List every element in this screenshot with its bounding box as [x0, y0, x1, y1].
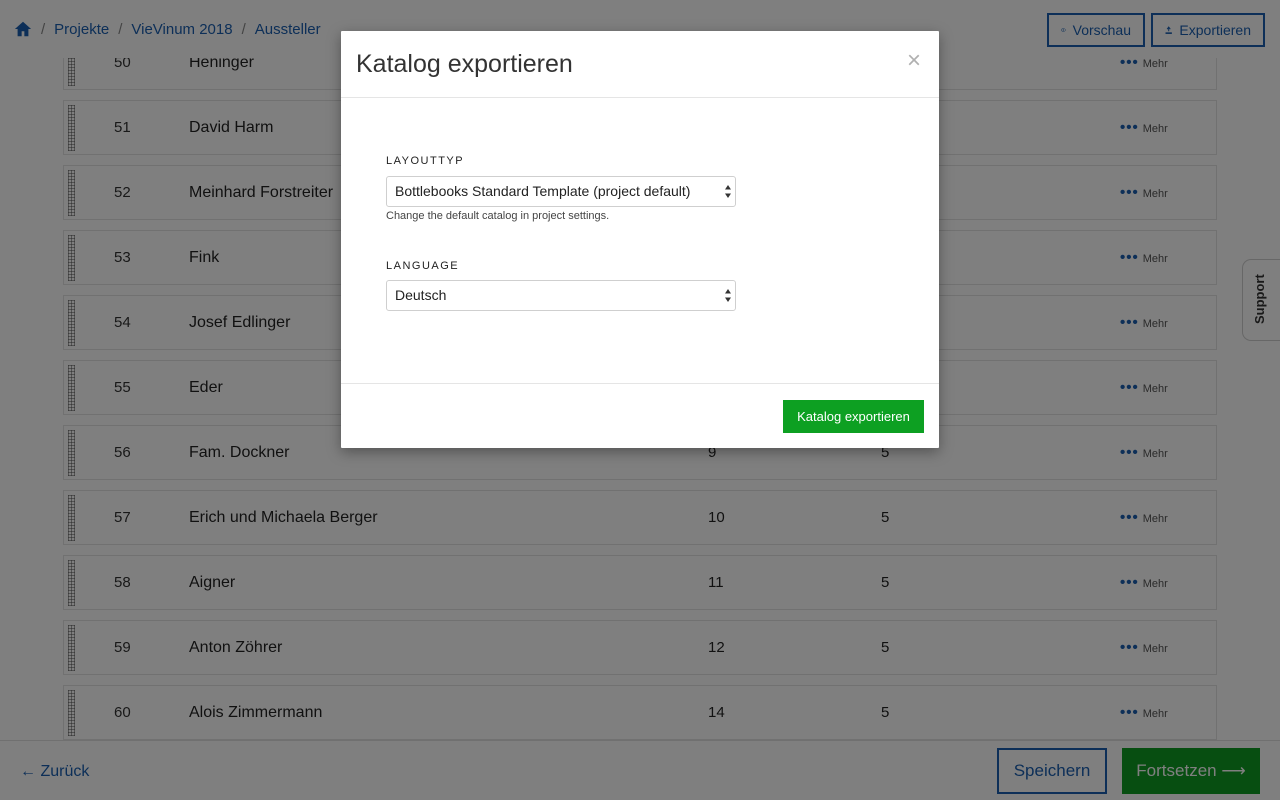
select-arrows-icon [725, 185, 731, 198]
dialog-footer: Katalog exportieren [341, 383, 939, 448]
close-icon[interactable]: × [907, 49, 921, 73]
language-value: Deutsch [395, 287, 447, 303]
layout-type-label: LAYOUTTYP [386, 155, 465, 167]
layout-type-value: Bottlebooks Standard Template (project d… [395, 183, 691, 199]
language-label: LANGUAGE [386, 260, 460, 272]
dialog-title: Katalog exportieren [356, 50, 573, 78]
dialog-body: LAYOUTTYP Bottlebooks Standard Template … [341, 98, 939, 383]
layout-type-help: Change the default catalog in project se… [386, 210, 610, 222]
export-catalog-button[interactable]: Katalog exportieren [783, 400, 924, 433]
layout-type-select[interactable]: Bottlebooks Standard Template (project d… [386, 176, 736, 207]
dialog-header: Katalog exportieren × [341, 31, 939, 98]
language-select[interactable]: Deutsch [386, 280, 736, 311]
select-arrows-icon [725, 289, 731, 302]
export-catalog-dialog: Katalog exportieren × LAYOUTTYP Bottlebo… [341, 31, 939, 448]
